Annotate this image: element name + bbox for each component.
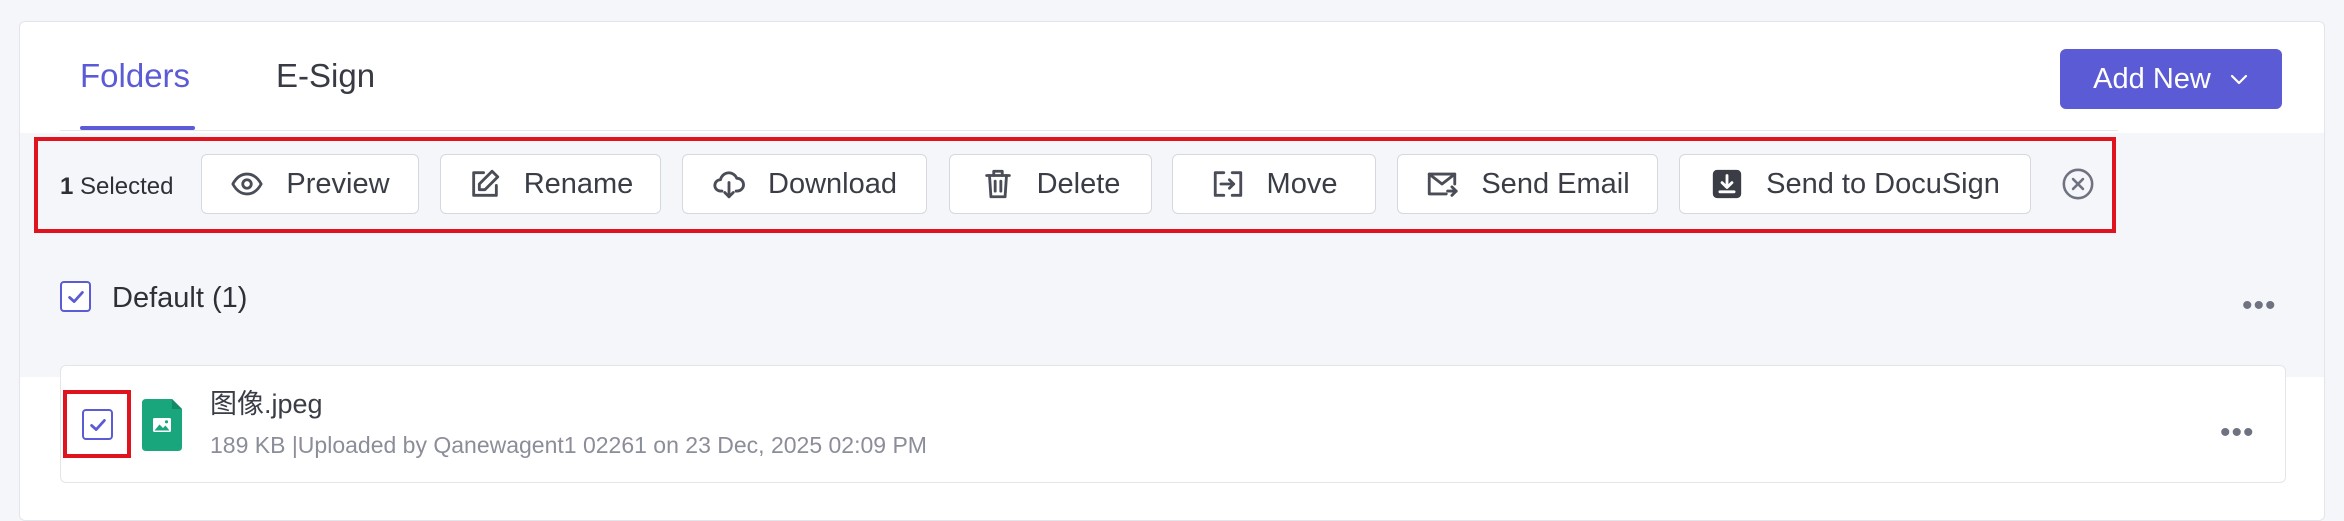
documents-panel: Folders E-Sign Add New 1 Selected Previe… [19,21,2325,521]
chevron-down-icon [2230,74,2247,85]
add-new-button[interactable]: Add New [2060,49,2282,109]
tab-esign[interactable]: E-Sign [276,56,375,96]
folder-group-row [20,257,2324,377]
tab-bar: Folders E-Sign [60,22,2118,131]
file-list-item[interactable] [60,365,2286,483]
checkmark-icon [67,290,84,303]
file-name[interactable]: 图像.jpeg [210,386,323,422]
group-more-options-icon[interactable]: ••• [2242,291,2277,321]
group-label: Default (1) [112,282,248,314]
image-file-icon [142,399,182,451]
group-checkbox[interactable] [60,281,91,312]
file-more-options-icon[interactable]: ••• [2220,418,2255,448]
active-tab-indicator [80,126,195,130]
annotation-highlight-action-bar [34,137,2116,233]
add-new-label: Add New [2093,62,2211,95]
tab-folders[interactable]: Folders [80,56,190,96]
annotation-highlight-file-checkbox [63,390,131,458]
file-meta: 189 KB |Uploaded by Qanewagent1 02261 on… [210,432,927,458]
